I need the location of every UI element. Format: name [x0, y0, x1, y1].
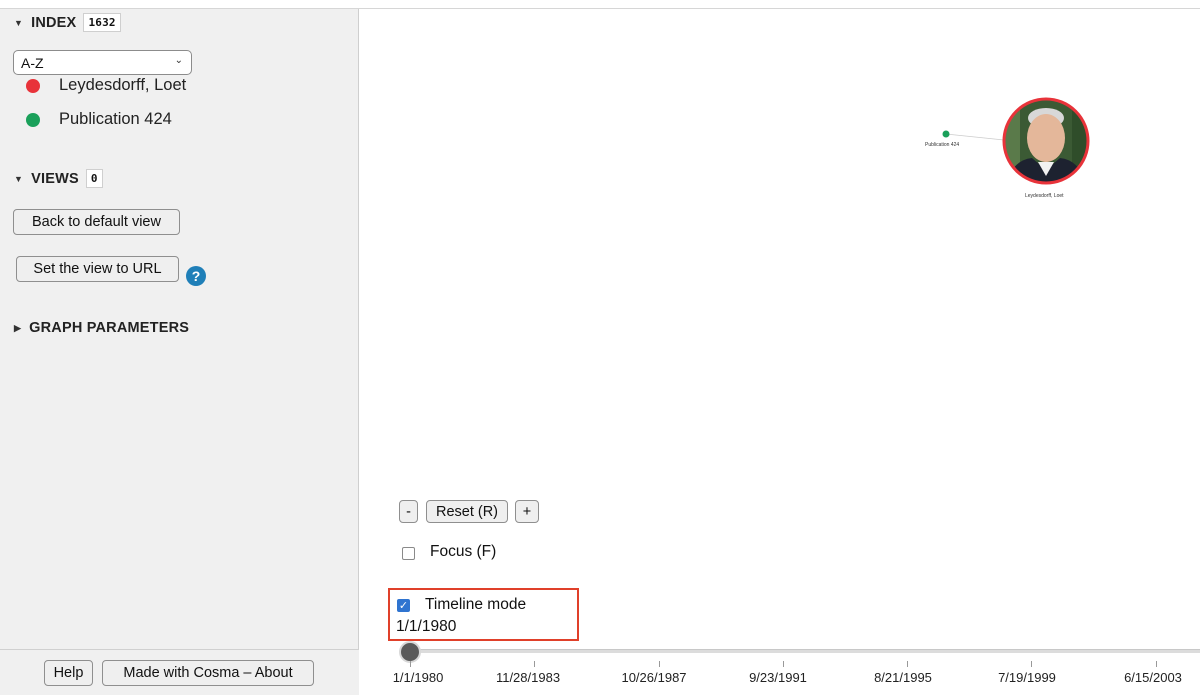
timeline-slider-handle[interactable] [399, 641, 421, 663]
node-leydesdorff-avatar[interactable] [1000, 95, 1092, 187]
timeline-track[interactable] [410, 649, 1200, 653]
timeline-tick-label: 1/1/1980 [392, 670, 444, 685]
timeline-tick-label: 6/15/2003 [1124, 670, 1182, 685]
timeline-tick-label: 10/26/1987 [621, 670, 687, 685]
zoom-in-button[interactable]: + [515, 500, 539, 523]
timeline-tick [1156, 661, 1157, 667]
node-label: Publication 424 [925, 142, 960, 148]
timeline-current-date: 1/1/1980 [396, 618, 457, 635]
focus-label: Focus (F) [430, 543, 497, 560]
timeline-tick [783, 661, 784, 667]
timeline-tick [1031, 661, 1032, 667]
node-label: Leydesdorff, Loet [1025, 193, 1064, 199]
timeline-tick-label: 11/28/1983 [495, 670, 561, 685]
focus-checkbox[interactable] [402, 547, 415, 560]
timeline-tick-label: 7/19/1999 [998, 670, 1056, 685]
timeline-tick [410, 661, 411, 667]
timeline-tick [534, 661, 535, 667]
timeline-mode-label: Timeline mode [425, 596, 527, 613]
timeline-mode-checkbox[interactable]: ✓ [397, 599, 410, 612]
timeline-tick [907, 661, 908, 667]
timeline-tick [659, 661, 660, 667]
graph-svg [942, 95, 1092, 187]
zoom-out-button[interactable]: - [399, 500, 418, 523]
graph-edge [945, 133, 1005, 141]
node-publication-424[interactable] [942, 130, 950, 138]
timeline-tick-label: 9/23/1991 [749, 670, 807, 685]
reset-zoom-button[interactable]: Reset (R) [426, 500, 508, 523]
timeline-tick-label: 8/21/1995 [874, 670, 932, 685]
